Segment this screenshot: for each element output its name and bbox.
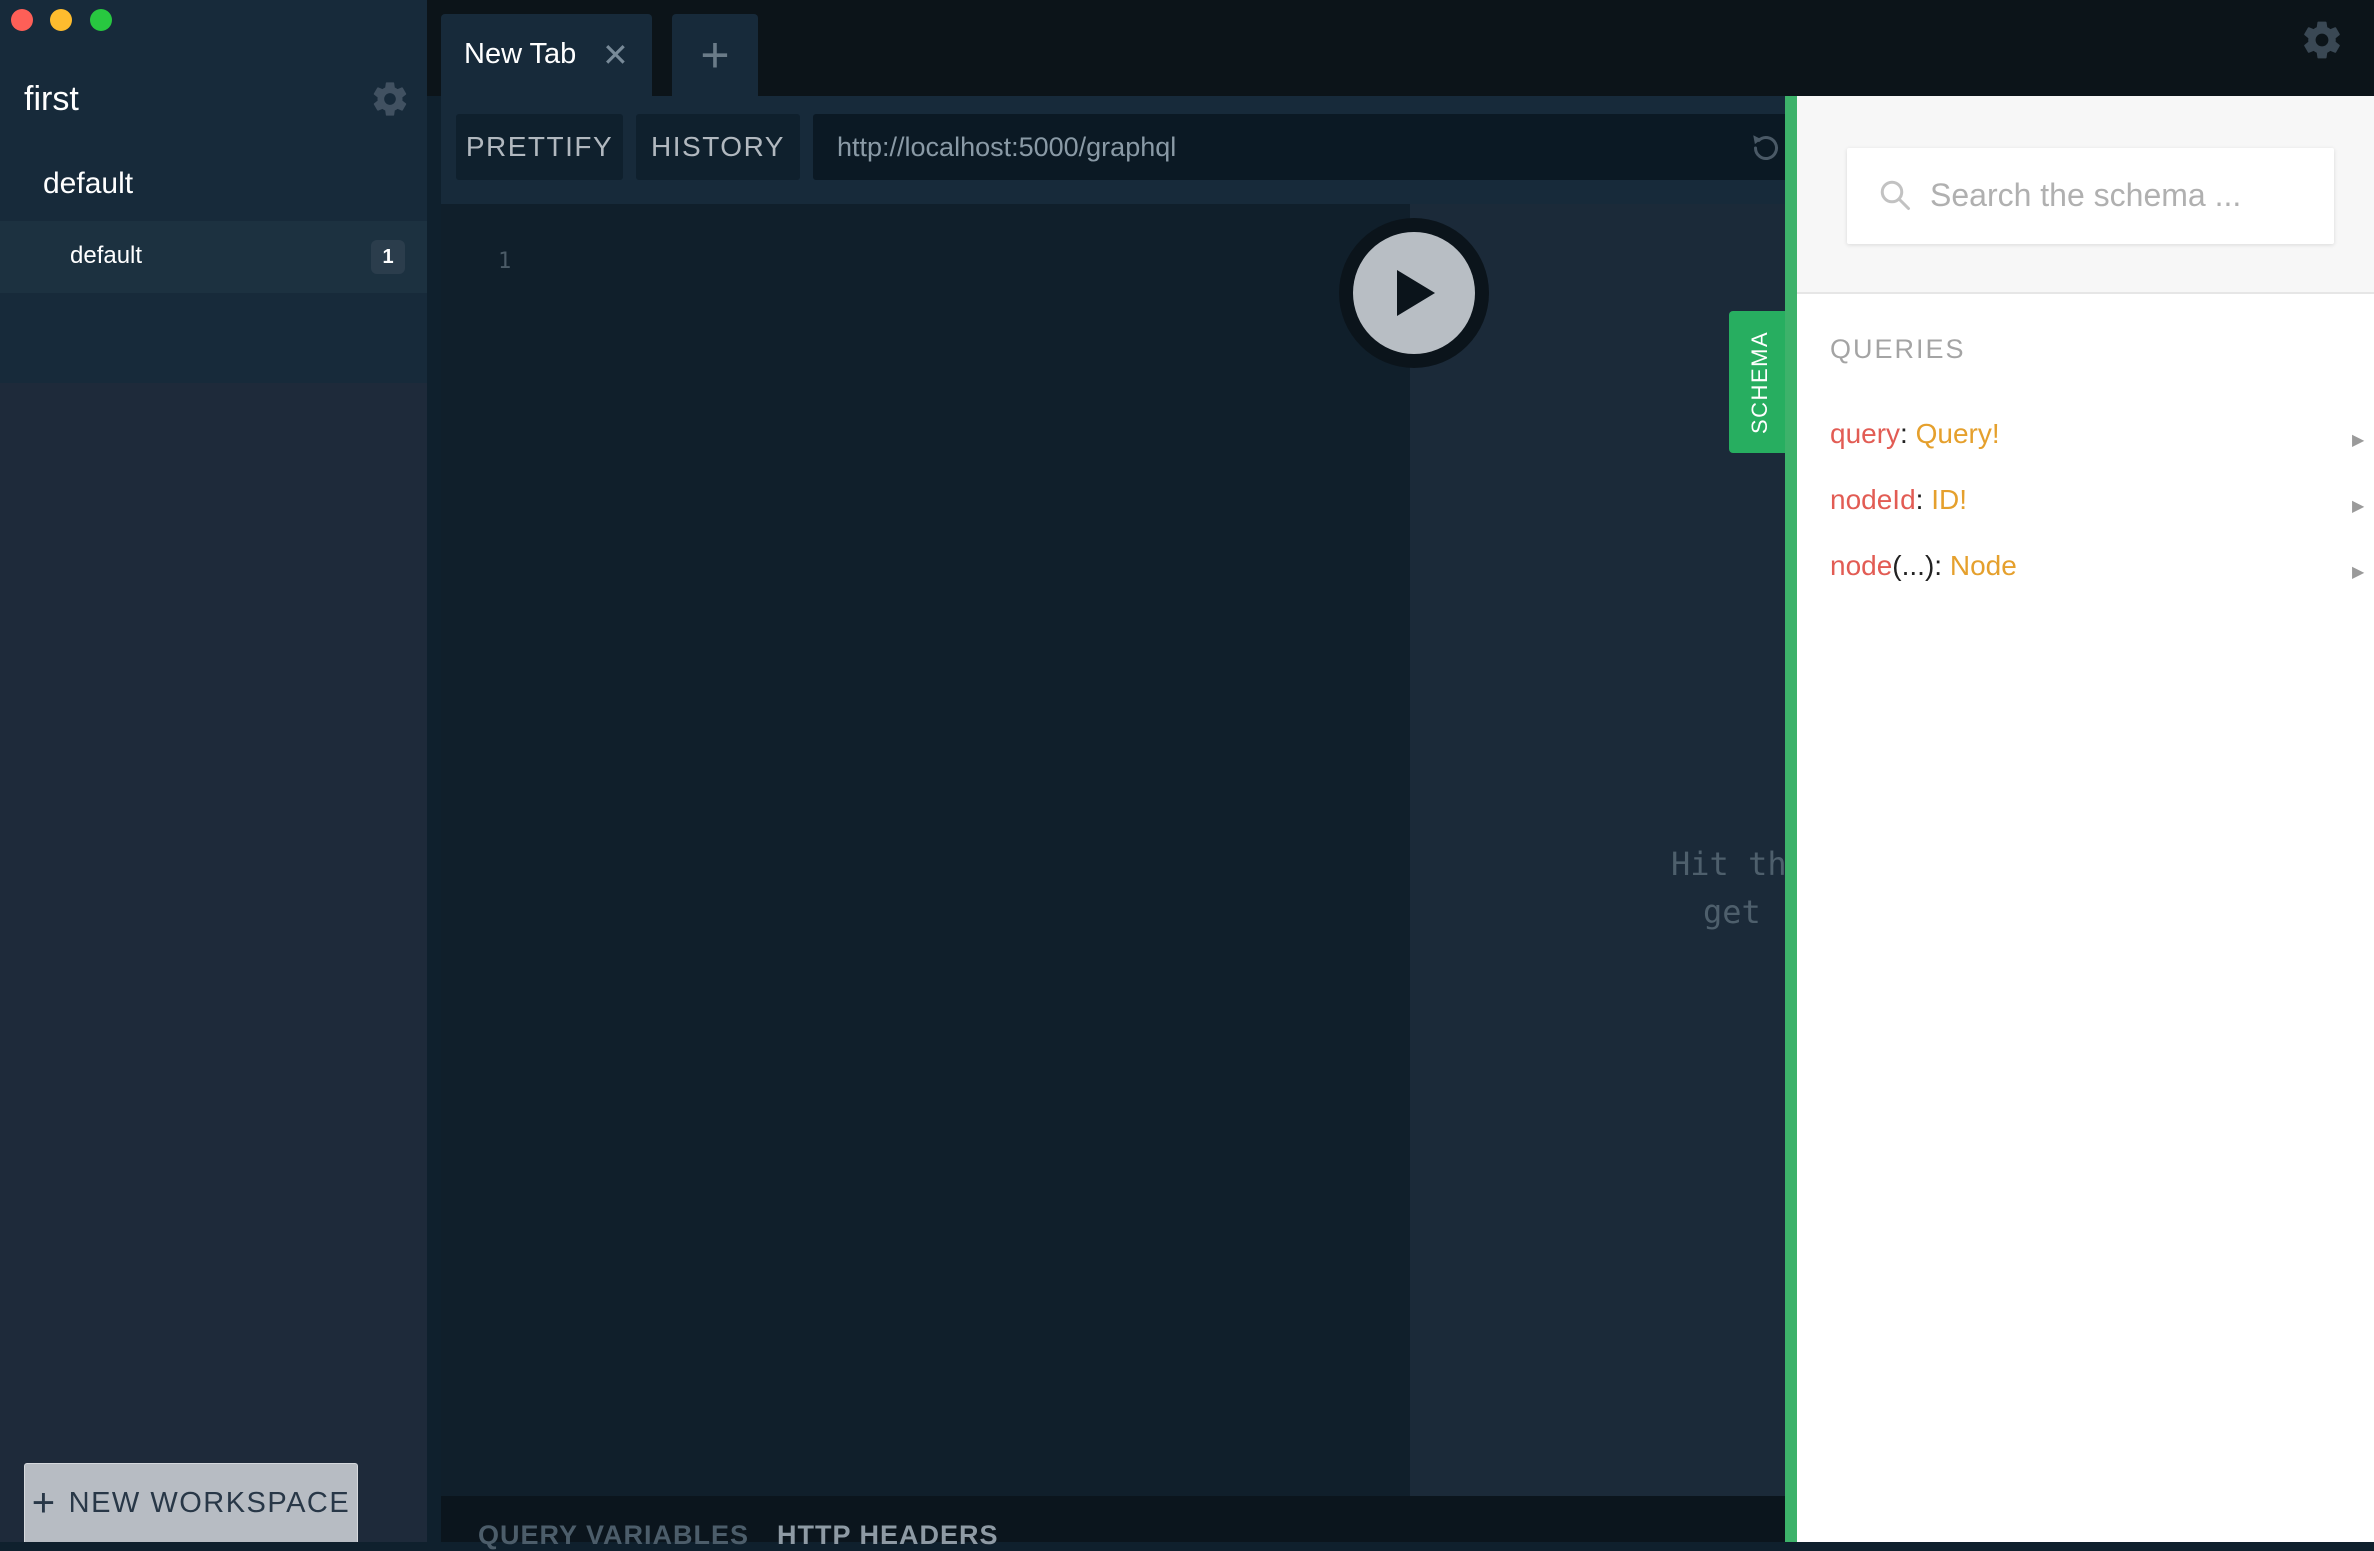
- window-close-button[interactable]: [11, 9, 33, 31]
- query-editor[interactable]: [441, 204, 1410, 1496]
- line-number: 1: [498, 249, 512, 274]
- project-title: first: [24, 80, 79, 118]
- window-maximize-button[interactable]: [90, 9, 112, 31]
- workspace-count-badge: 1: [371, 240, 405, 274]
- field-type: ID!: [1931, 484, 1967, 515]
- tab-label[interactable]: New Tab: [464, 38, 576, 71]
- queries-section-heading: QUERIES: [1830, 334, 1966, 364]
- field-name: node: [1830, 550, 1893, 581]
- add-tab-button[interactable]: +: [672, 14, 758, 96]
- prettify-button[interactable]: PRETTIFY: [456, 114, 623, 180]
- tab-query-variables[interactable]: QUERY VARIABLES: [478, 1520, 749, 1551]
- plus-icon: +: [31, 1481, 57, 1525]
- schema-field-query[interactable]: query: Query!: [1830, 418, 2000, 450]
- chevron-right-icon[interactable]: ▶: [2352, 496, 2364, 516]
- new-workspace-label: NEW WORKSPACE: [68, 1486, 351, 1519]
- schema-field-node[interactable]: node(...): Node: [1830, 550, 2017, 582]
- workspace-group-label[interactable]: default: [43, 167, 133, 201]
- field-type: Node: [1949, 550, 2017, 581]
- field-name: nodeId: [1830, 484, 1916, 515]
- field-type: Query!: [1915, 418, 2000, 449]
- close-icon[interactable]: ✕: [602, 36, 629, 74]
- schema-search-input[interactable]: [1930, 170, 2320, 220]
- new-workspace-button[interactable]: + NEW WORKSPACE: [24, 1463, 358, 1542]
- schema-panel-border[interactable]: [1785, 96, 1797, 1542]
- chevron-right-icon[interactable]: ▶: [2352, 562, 2364, 582]
- gear-icon[interactable]: [370, 79, 410, 119]
- history-button[interactable]: HISTORY: [636, 114, 800, 180]
- execute-query-button[interactable]: [1353, 232, 1475, 354]
- tab-http-headers[interactable]: HTTP HEADERS: [777, 1520, 999, 1551]
- search-icon: [1880, 180, 1910, 210]
- gear-icon[interactable]: [2300, 18, 2344, 62]
- field-colon: :: [1900, 418, 1916, 449]
- schema-tab-label[interactable]: SCHEMA: [1729, 311, 1791, 453]
- field-colon: :: [1934, 550, 1950, 581]
- workspace-list-item[interactable]: [0, 221, 427, 293]
- chevron-right-icon[interactable]: ▶: [2352, 430, 2364, 450]
- window-minimize-button[interactable]: [50, 9, 72, 31]
- schema-field-nodeid[interactable]: nodeId: ID!: [1830, 484, 1967, 516]
- schema-panel: [1797, 96, 2374, 1542]
- field-name: query: [1830, 418, 1901, 449]
- endpoint-url-field[interactable]: http://localhost:5000/graphql: [813, 114, 1793, 180]
- field-args: (...): [1892, 550, 1935, 581]
- plus-icon: +: [700, 27, 730, 83]
- field-colon: :: [1915, 484, 1932, 515]
- play-icon: [1397, 270, 1435, 316]
- result-hint-text: get: [1703, 893, 1761, 931]
- workspace-item-label[interactable]: default: [70, 242, 142, 270]
- result-hint-text: Hit th: [1671, 845, 1787, 883]
- reload-icon[interactable]: [1748, 130, 1784, 166]
